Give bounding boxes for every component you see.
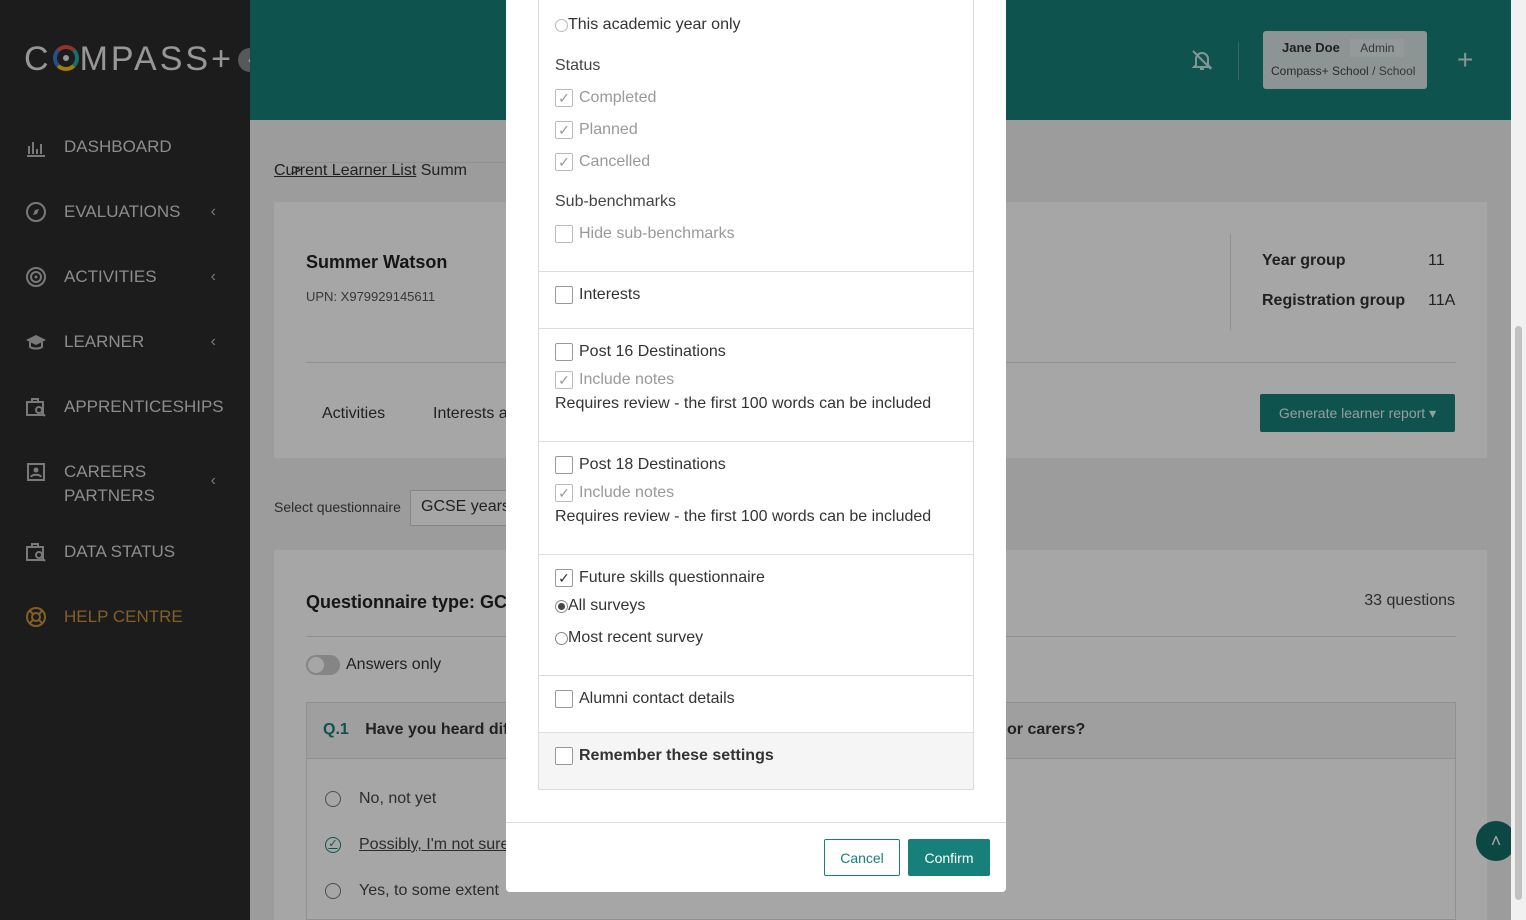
status-planned[interactable]: ✓ Planned xyxy=(555,121,638,139)
post18-review-note: Requires review - the first 100 words ca… xyxy=(555,508,932,525)
academic-year-option[interactable]: This academic year only xyxy=(555,16,741,34)
checkbox[interactable]: ✓ xyxy=(555,371,573,389)
divider xyxy=(539,554,973,555)
post16-option[interactable]: Post 16 Destinations xyxy=(555,343,726,361)
post18-include-notes[interactable]: ✓ Include notes xyxy=(555,484,674,502)
status-cancelled[interactable]: ✓ Cancelled xyxy=(555,153,650,171)
checkbox[interactable]: ✓ xyxy=(555,121,573,139)
status-label: Status xyxy=(555,57,601,74)
post18-option[interactable]: Post 18 Destinations xyxy=(555,456,726,474)
divider xyxy=(539,675,973,676)
checkbox-checked[interactable]: ✓ xyxy=(555,569,573,587)
sub-benchmarks-label: Sub-benchmarks xyxy=(555,193,676,210)
all-surveys-option[interactable]: All surveys xyxy=(555,597,645,615)
report-options-panel: This academic year only Status ✓ Complete… xyxy=(538,0,974,790)
checkbox[interactable] xyxy=(555,690,573,708)
interests-option[interactable]: Interests xyxy=(555,286,640,304)
divider xyxy=(539,732,973,733)
checkbox[interactable]: ✓ xyxy=(555,153,573,171)
checkbox[interactable] xyxy=(555,286,573,304)
divider xyxy=(539,271,973,272)
checkbox[interactable] xyxy=(555,343,573,361)
checkbox[interactable] xyxy=(555,225,573,243)
post16-include-notes[interactable]: ✓ Include notes xyxy=(555,371,674,389)
most-recent-survey-option[interactable]: Most recent survey xyxy=(555,629,703,647)
post16-review-note: Requires review - the first 100 words ca… xyxy=(555,395,932,412)
divider xyxy=(539,328,973,329)
checkbox[interactable] xyxy=(555,456,573,474)
report-options-modal: This academic year only Status ✓ Complete… xyxy=(506,0,1006,892)
hide-sub-benchmarks[interactable]: Hide sub-benchmarks xyxy=(555,225,735,243)
scrollbar-thumb[interactable] xyxy=(1515,326,1522,900)
status-completed[interactable]: ✓ Completed xyxy=(555,89,656,107)
checkbox[interactable]: ✓ xyxy=(555,484,573,502)
remember-settings-option[interactable]: Remember these settings xyxy=(555,747,774,765)
radio-button[interactable] xyxy=(555,18,568,32)
page-scrollbar[interactable] xyxy=(1511,0,1526,920)
future-skills-option[interactable]: ✓ Future skills questionnaire xyxy=(555,569,765,587)
alumni-contact-option[interactable]: Alumni contact details xyxy=(555,690,735,708)
checkbox[interactable] xyxy=(555,747,573,765)
confirm-button[interactable]: Confirm xyxy=(908,839,990,876)
checkbox[interactable]: ✓ xyxy=(555,89,573,107)
divider xyxy=(539,441,973,442)
cancel-button[interactable]: Cancel xyxy=(824,839,900,876)
modal-footer-divider xyxy=(506,822,1006,823)
radio-button-selected[interactable] xyxy=(555,599,568,613)
radio-button[interactable] xyxy=(555,631,568,645)
